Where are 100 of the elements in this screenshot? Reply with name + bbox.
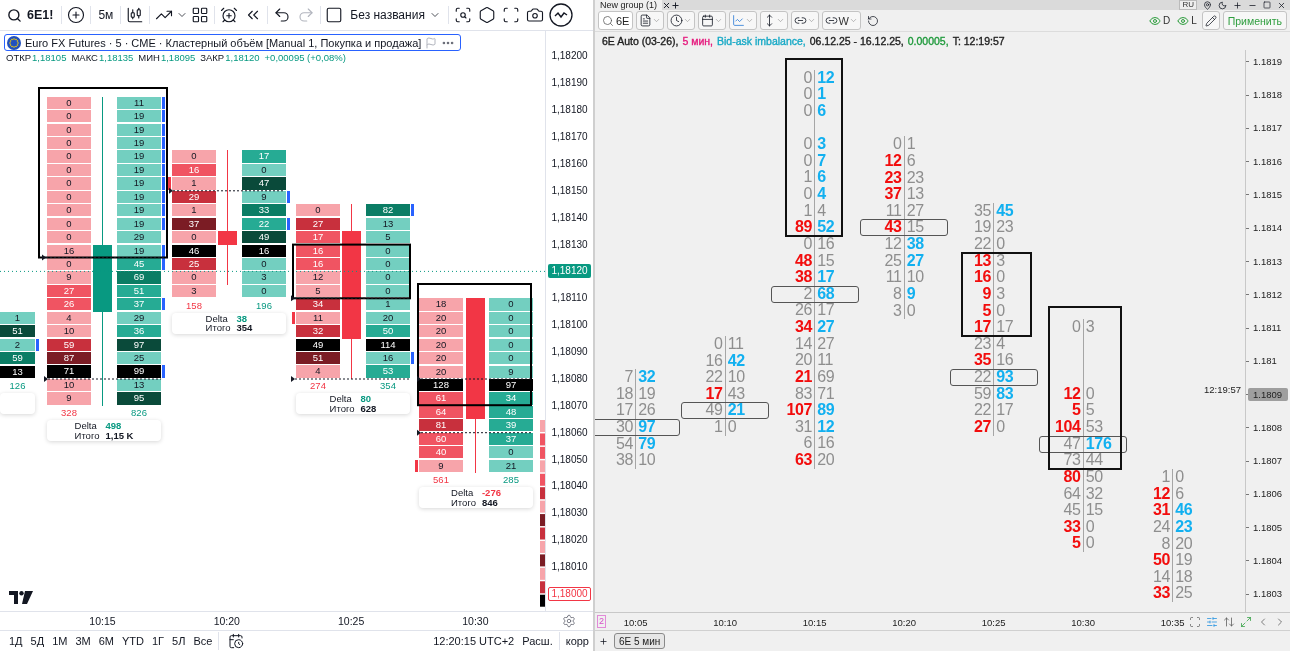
price-label: 1,18040	[550, 479, 589, 494]
total-value: 354	[236, 323, 253, 333]
ask-volume: 20	[816, 452, 836, 469]
ask-volume-cell: 37	[489, 432, 533, 445]
price-label: 1.1807	[1252, 454, 1284, 468]
timeframe-dropdown[interactable]	[667, 11, 696, 30]
series-legend[interactable]: Euro FX Futures · 5 · CME · Кластерный объём [Manual 1, Покупка и продажа]	[4, 34, 462, 51]
bid-volume: 14	[794, 335, 814, 353]
template-dropdown[interactable]	[636, 11, 665, 30]
visibility-toggle[interactable]: D	[1146, 11, 1173, 30]
bid-volume: 0	[713, 335, 724, 353]
layout-name-button[interactable]: Без названия	[345, 2, 446, 28]
square-icon[interactable]	[325, 6, 344, 24]
symbol-search[interactable]: 6E1!	[4, 2, 60, 28]
fullscreen-icon[interactable]	[501, 6, 520, 24]
visibility-toggle[interactable]: L	[1175, 11, 1199, 30]
up-down-arrows-icon[interactable]	[1223, 615, 1235, 628]
scale-dropdown[interactable]	[760, 11, 789, 30]
period-dropdown[interactable]	[698, 11, 727, 30]
bid-volume-cell: 0	[47, 177, 91, 190]
settings-icon[interactable]	[562, 614, 576, 628]
ask-volume: 17	[995, 402, 1015, 419]
pulse-circle-icon[interactable]	[548, 3, 573, 27]
caret-icon	[848, 16, 858, 25]
ask-volume: 23	[905, 169, 925, 187]
moon-icon[interactable]	[1218, 0, 1227, 10]
range-button[interactable]: 1Д	[5, 631, 27, 651]
ohlc-label: МАКС	[71, 52, 98, 63]
plus-circle-icon[interactable]	[67, 6, 86, 24]
range-button[interactable]: 1М	[48, 631, 72, 651]
time-label: 10:15	[89, 615, 116, 627]
ask-volume: 4	[816, 186, 827, 203]
range-button[interactable]: 1Г	[148, 631, 169, 651]
ask-volume-cell: 36	[117, 325, 161, 338]
link-group-dropdown[interactable]: W	[822, 11, 861, 30]
ask-volume-cell: 25	[117, 352, 161, 365]
ask-volume: 0	[1084, 385, 1096, 403]
price-label: 1.1816	[1252, 154, 1284, 168]
ask-volume-cell: 0	[489, 352, 533, 365]
bid-volume: 0	[802, 69, 814, 87]
refresh-icon[interactable]	[866, 14, 879, 27]
draw-button[interactable]	[1201, 11, 1220, 30]
range-button[interactable]: Все	[189, 631, 217, 651]
range-button[interactable]: 5Д	[26, 631, 49, 651]
bid-volume-cell: 71	[47, 365, 91, 378]
ask-volume: 17	[816, 302, 836, 320]
caret-icon	[683, 16, 693, 25]
bid-volume: 3	[892, 302, 903, 320]
bid-volume: 59	[973, 385, 993, 403]
close-icon[interactable]	[1277, 0, 1286, 10]
ask-volume: 0	[726, 419, 738, 436]
plus-icon[interactable]	[671, 1, 681, 10]
chart-tab[interactable]: 6E 5 мин	[614, 633, 666, 649]
alarm-clock-icon[interactable]	[220, 6, 239, 24]
bid-volume-cell: 10	[47, 378, 91, 392]
interval-button[interactable]: 5м	[93, 2, 119, 28]
bid-volume: 17	[615, 402, 635, 420]
ohlc-value: 1,18135	[98, 52, 134, 63]
delta-value: 80	[360, 394, 373, 404]
range-button[interactable]: YTD	[118, 631, 148, 651]
sliders-icon[interactable]	[1206, 615, 1218, 628]
close-icon[interactable]	[662, 1, 672, 10]
range-button[interactable]: 6М	[94, 631, 118, 651]
ask-volume-cell: 37	[117, 298, 161, 311]
camera-icon[interactable]	[525, 6, 544, 24]
bid-volume: 19	[973, 219, 993, 237]
ask-volume: 0	[1174, 469, 1185, 486]
bid-volume: 33	[1152, 585, 1172, 603]
bid-volume: 5	[1071, 535, 1082, 553]
pin-icon[interactable]	[1203, 0, 1212, 10]
adjust-button[interactable]: корр	[561, 631, 593, 651]
workspace-tab[interactable]: New group (1)	[595, 0, 663, 10]
ohlc-label: ЗАКР	[200, 52, 225, 63]
bid-volume: 22	[704, 369, 724, 386]
bid-volume: 6	[802, 435, 814, 453]
logo-icon[interactable]	[9, 591, 33, 604]
range-button[interactable]: 5Л	[168, 631, 190, 651]
ask-volume: 97	[637, 419, 657, 436]
calendar-icon[interactable]	[228, 633, 245, 649]
range-button[interactable]: 3М	[71, 631, 95, 651]
bid-volume-cell: 18	[419, 298, 463, 311]
symbol-search-field[interactable]: 6E	[598, 11, 634, 30]
undo-icon[interactable]	[273, 6, 292, 24]
plus-icon[interactable]	[1233, 0, 1242, 10]
scan-search-icon[interactable]	[453, 6, 472, 24]
ask-volume: 23	[1174, 518, 1194, 536]
ask-volume: 79	[637, 435, 657, 453]
bid-volume-cell: 0	[172, 271, 216, 284]
bid-volume-cell: 60	[419, 432, 463, 445]
price-label: 1,18090	[550, 345, 589, 360]
session-button[interactable]: Расш.	[518, 631, 557, 651]
current-price-label: 1.1809	[1248, 387, 1288, 401]
link-dropdown[interactable]	[791, 11, 820, 30]
maximize-icon[interactable]	[1263, 1, 1271, 9]
candles-icon[interactable]	[126, 6, 145, 24]
hexagon-icon[interactable]	[477, 6, 496, 24]
language-button[interactable]: RU	[1179, 0, 1197, 10]
grid-icon[interactable]	[191, 6, 210, 24]
plus-icon[interactable]	[599, 636, 608, 646]
time-label: 10:25	[981, 617, 1006, 628]
